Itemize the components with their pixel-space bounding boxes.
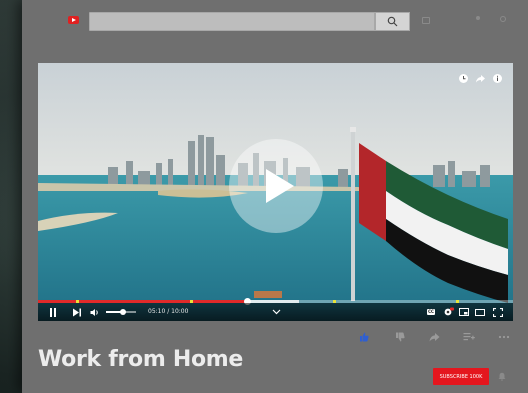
fullscreen-button[interactable] [493,306,503,318]
captions-button[interactable]: CC [426,306,436,318]
youtube-window: 05:10 / 10:00 CC Work from Home SUBSCRIB… [22,0,528,393]
subscribe-button[interactable]: SUBSCRIBE 100K [433,368,489,385]
next-icon [73,308,81,316]
subscription-bell-icon[interactable] [498,372,506,381]
player-top-icons [458,69,503,83]
volume-icon [90,308,98,316]
share-arrow-icon [429,333,439,342]
play-icon [266,169,294,203]
miniplayer-button[interactable] [459,306,469,318]
settings-button[interactable] [443,306,454,318]
chapter-expand-button[interactable] [271,306,281,318]
search-input[interactable] [89,12,375,31]
cc-label: CC [427,309,435,315]
apps-dot-icon[interactable] [476,16,480,20]
top-bar [22,0,528,44]
player-controls: 05:10 / 10:00 CC [38,303,513,321]
watch-later-icon[interactable] [458,69,469,83]
miniplayer-icon [459,308,469,316]
mute-button[interactable] [90,306,100,318]
more-actions-button[interactable] [498,331,510,343]
video-player[interactable]: 05:10 / 10:00 CC [38,63,513,321]
save-to-playlist-button[interactable] [463,331,475,343]
dislike-button[interactable] [394,331,406,343]
pause-icon [50,307,52,317]
thumbs-up-icon [360,332,369,342]
theater-mode-button[interactable] [475,306,485,318]
chevron-down-icon [272,309,280,315]
search-button[interactable] [375,12,410,31]
more-horizontal-icon [498,335,510,339]
info-icon[interactable] [492,69,503,83]
share-button[interactable] [428,331,440,343]
video-actions [352,331,522,345]
create-video-icon[interactable] [422,17,430,24]
youtube-logo-icon[interactable] [68,16,79,24]
search-icon [387,16,398,27]
volume-handle[interactable] [119,309,126,315]
like-button[interactable] [358,331,370,343]
volume-slider[interactable] [106,309,136,315]
fullscreen-icon [493,307,503,317]
pause-button[interactable] [48,306,58,318]
share-icon[interactable] [475,69,486,83]
playlist-add-icon [463,333,475,341]
notification-bell-icon[interactable] [500,16,506,22]
video-title: Work from Home [38,347,244,372]
gear-icon [444,307,454,316]
theater-icon [475,308,485,316]
play-button[interactable] [229,139,323,233]
time-display: 05:10 / 10:00 [148,308,189,315]
thumbs-down-icon [396,332,405,342]
next-button[interactable] [72,306,82,318]
